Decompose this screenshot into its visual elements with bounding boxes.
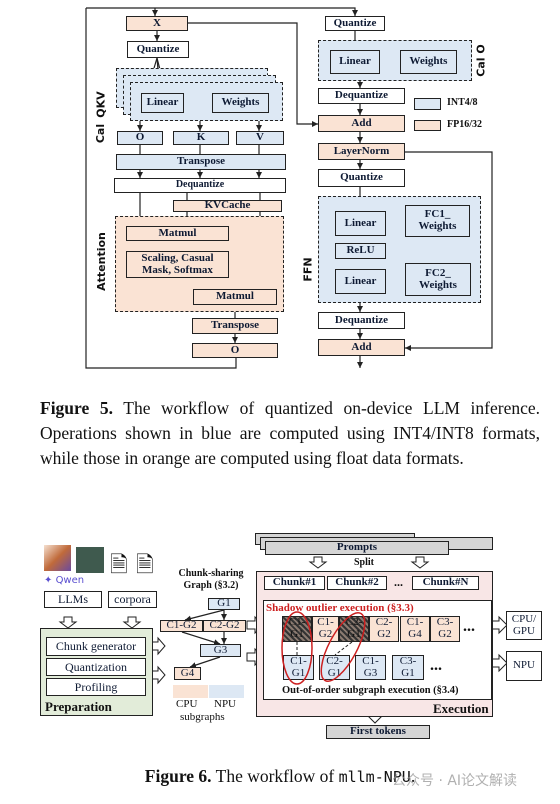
npu-box: NPU [506, 651, 542, 681]
out-of-order-label: Out-of-order subgraph execution (§3.4) [282, 685, 459, 696]
shadow-highlight-ellipses [281, 611, 366, 685]
shadow-ellipse-c2 [320, 612, 366, 682]
cpu-gpu-box: CPU/ GPU [506, 611, 542, 640]
execution-label: Execution [433, 701, 489, 716]
figure-6-caption-text: The workflow of [215, 766, 339, 786]
watermark: 公众号 · AI论文解读 [392, 773, 518, 789]
figure-6-label: Figure 6. [144, 766, 212, 786]
first-tokens-box: First tokens [326, 725, 430, 739]
paper-page: X Quantize Linear Weights QKV Cal O K V … [0, 0, 560, 804]
